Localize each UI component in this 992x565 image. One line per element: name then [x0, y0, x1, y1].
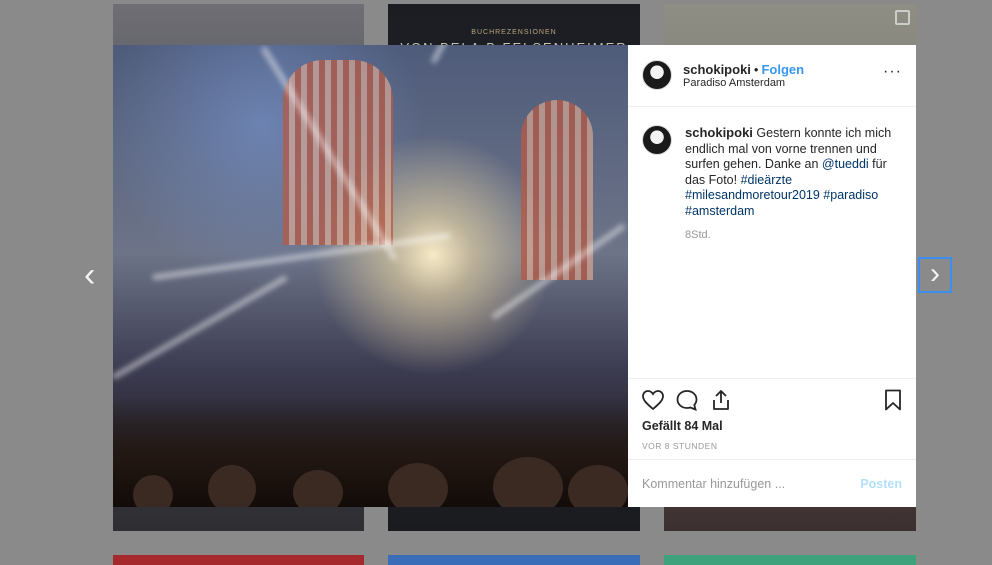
action-bar: Gefällt 84 Mal VOR 8 STUNDEN [628, 378, 916, 459]
follow-button[interactable]: Folgen [761, 62, 804, 77]
location-link[interactable]: Paradiso Amsterdam [683, 77, 785, 89]
hashtag-link[interactable]: #paradiso [823, 188, 878, 202]
light-beam [430, 45, 558, 64]
comment-input[interactable]: Kommentar hinzufügen ... [642, 477, 785, 491]
crowd-head [208, 465, 256, 507]
caption-timestamp: 8Std. [685, 229, 711, 241]
comment-icon[interactable] [675, 388, 699, 412]
add-comment-bar: Kommentar hinzufügen ... Posten [628, 459, 916, 508]
hashtag-link[interactable]: #dieärzte [741, 173, 792, 187]
hashtag-link[interactable]: #milesandmoretour2019 [685, 188, 820, 202]
multi-post-icon [895, 10, 910, 25]
grid-tile-5[interactable] [388, 555, 640, 565]
likes-count[interactable]: Gefällt 84 Mal [642, 419, 723, 433]
post-modal: schokipoki • Folgen Paradiso Amsterdam ···… [113, 45, 916, 507]
username-link[interactable]: schokipoki [683, 62, 751, 77]
caption-text: schokipoki Gestern konnte ich mich endli… [685, 125, 902, 219]
mention-link[interactable]: @tueddi [822, 157, 869, 171]
separator: • [753, 62, 759, 77]
grid-tile-6[interactable] [664, 555, 916, 565]
caption-username[interactable]: schokipoki [685, 125, 753, 140]
post-side-panel: schokipoki • Folgen Paradiso Amsterdam ···… [628, 45, 916, 507]
chevron-left-icon[interactable]: ‹ [84, 258, 95, 292]
post-photo[interactable] [113, 45, 628, 507]
light-beam [113, 275, 288, 380]
avatar[interactable] [642, 125, 672, 155]
heart-icon[interactable] [641, 388, 665, 412]
caption-comment: schokipoki Gestern konnte ich mich endli… [642, 125, 902, 241]
more-options-icon[interactable]: ··· [883, 63, 902, 81]
header-user-line: schokipoki • Folgen [683, 62, 804, 77]
post-timestamp: VOR 8 STUNDEN [642, 441, 718, 451]
bookmark-icon[interactable] [881, 388, 905, 412]
hashtag-link[interactable]: #amsterdam [685, 204, 754, 218]
share-icon[interactable] [709, 388, 733, 412]
post-comment-button[interactable]: Posten [860, 477, 902, 491]
crowd-head [293, 470, 343, 507]
post-header: schokipoki • Folgen Paradiso Amsterdam ··· [628, 45, 916, 107]
stained-glass-window [283, 60, 393, 245]
tile-caption: BUCHREZENSIONEN [471, 29, 557, 36]
crowd-head [388, 463, 448, 507]
avatar[interactable] [642, 60, 672, 90]
crowd-head [133, 475, 173, 507]
grid-tile-4[interactable] [113, 555, 364, 565]
chevron-right-icon[interactable]: › [918, 257, 952, 293]
